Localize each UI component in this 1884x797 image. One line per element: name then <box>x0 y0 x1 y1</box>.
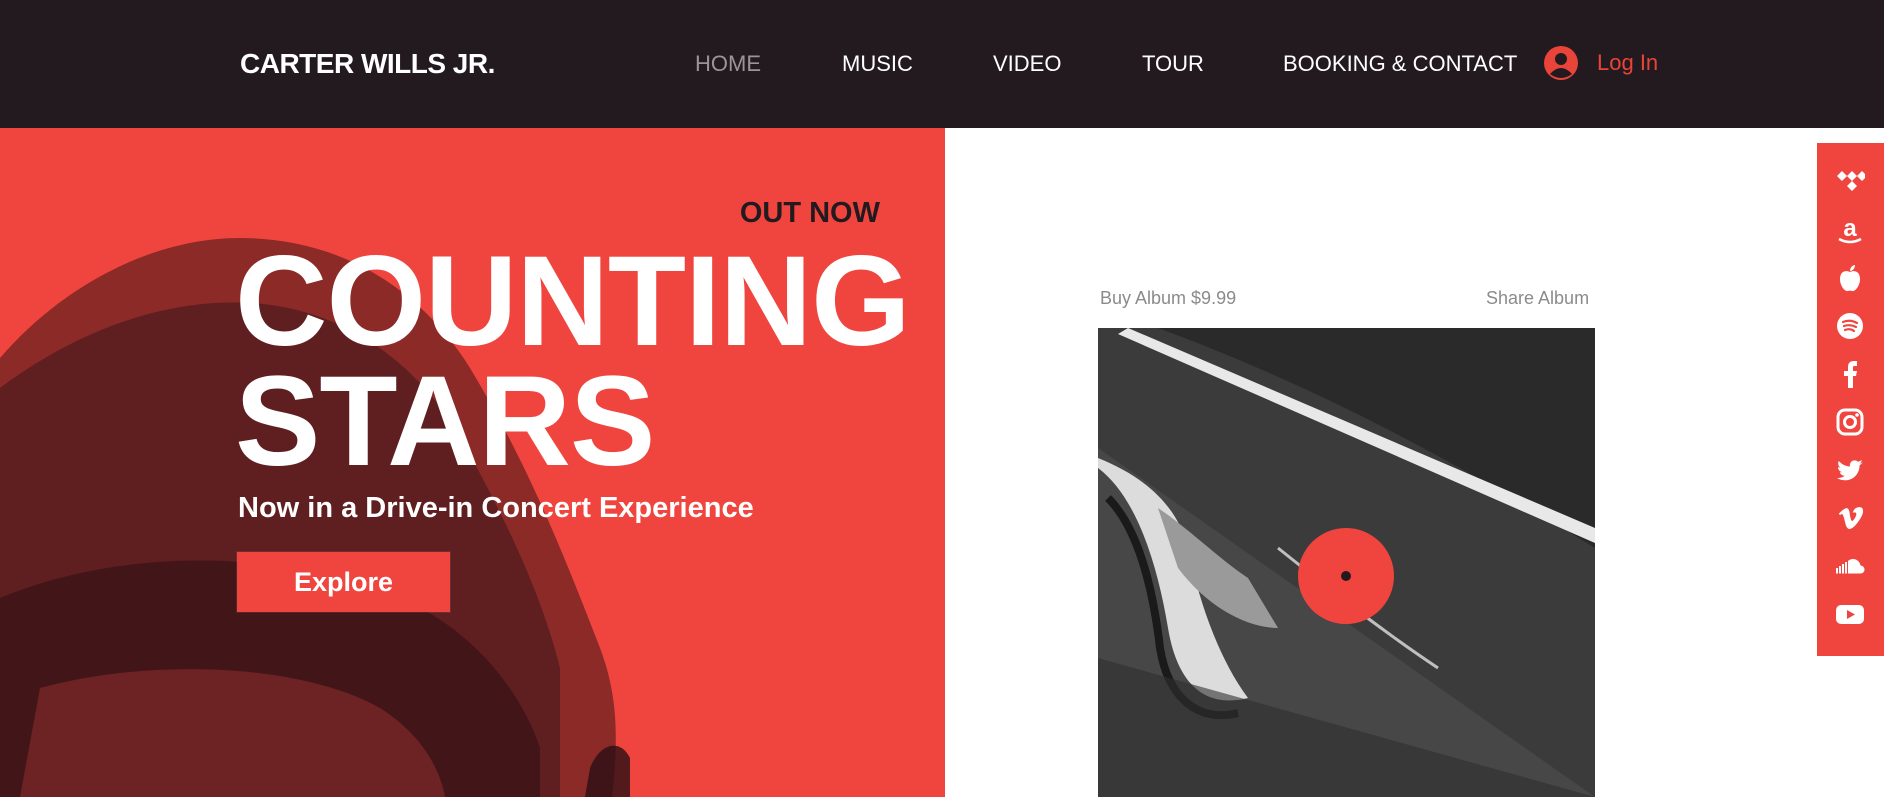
instagram-icon[interactable] <box>1835 407 1865 437</box>
explore-button[interactable]: Explore <box>237 552 450 612</box>
spotify-icon[interactable] <box>1835 311 1865 341</box>
social-bar: a <box>1817 143 1884 656</box>
login-button[interactable]: Log In <box>1543 45 1658 81</box>
buy-album-link[interactable]: Buy Album $9.99 <box>1100 288 1236 309</box>
apple-icon[interactable] <box>1835 263 1865 293</box>
album-cover-art <box>1098 328 1595 797</box>
vimeo-icon[interactable] <box>1835 503 1865 533</box>
nav-tour[interactable]: TOUR <box>1142 51 1204 77</box>
login-label: Log In <box>1597 50 1659 75</box>
nav-booking-contact[interactable]: BOOKING & CONTACT <box>1283 51 1517 77</box>
soundcloud-icon[interactable] <box>1835 551 1865 581</box>
nav-home[interactable]: HOME <box>695 51 761 77</box>
site-header: CARTER WILLS JR. HOME MUSIC VIDEO TOUR B… <box>0 0 1884 128</box>
share-album-link[interactable]: Share Album <box>1486 288 1589 309</box>
hero-section: OUT NOW COUNTING STARS Now in a Drive-in… <box>0 128 945 797</box>
user-avatar-icon <box>1544 46 1578 80</box>
site-brand[interactable]: CARTER WILLS JR. <box>240 48 495 80</box>
nav-music[interactable]: MUSIC <box>842 51 913 77</box>
nav-video[interactable]: VIDEO <box>993 51 1061 77</box>
tidal-icon[interactable] <box>1835 167 1865 197</box>
amazon-icon[interactable]: a <box>1835 215 1865 245</box>
out-now-label: OUT NOW <box>739 197 880 229</box>
youtube-icon[interactable] <box>1835 599 1865 629</box>
twitter-icon[interactable] <box>1835 455 1865 485</box>
album-cover[interactable] <box>1098 328 1595 797</box>
hero-subtitle: Now in a Drive-in Concert Experience <box>238 492 754 524</box>
facebook-icon[interactable] <box>1835 359 1865 389</box>
album-title-line-2: STARS <box>235 350 655 493</box>
album-title: COUNTING STARS <box>235 238 911 486</box>
svg-text:a: a <box>1843 215 1857 242</box>
